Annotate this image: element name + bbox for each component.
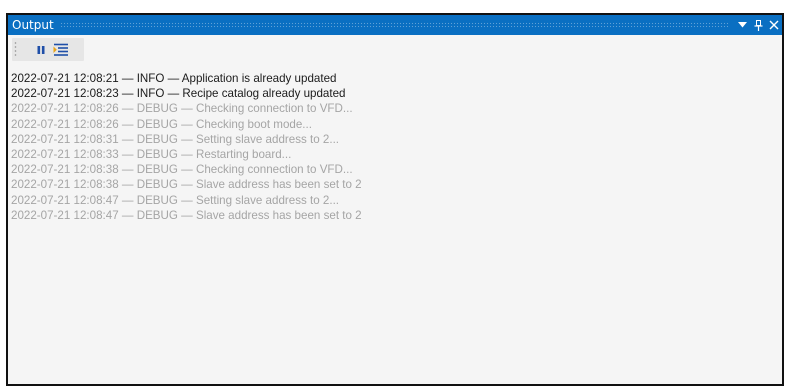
log-line: 2022-07-21 12:08:23 — INFO — Recipe cata… [11,87,346,101]
log-line: 2022-07-21 12:08:21 — INFO — Application… [11,72,337,85]
log-line: 2022-07-21 12:08:33 — DEBUG — Restarting… [11,148,292,162]
log-line: 2022-07-21 12:08:38 — DEBUG — Slave addr… [11,178,362,192]
pin-button[interactable] [750,15,766,35]
output-toolbar [8,35,782,63]
output-log[interactable]: 2022-07-21 12:08:21 — INFO — Application… [11,71,782,384]
pause-button[interactable] [32,41,50,58]
panel-title-bar[interactable]: Output [8,15,782,35]
toolbar-group [12,38,84,61]
panel-title: Output [12,18,54,32]
dropdown-button[interactable] [734,15,750,35]
log-line: 2022-07-21 12:08:26 — DEBUG — Checking b… [11,117,312,131]
log-line: 2022-07-21 12:08:26 — DEBUG — Checking c… [11,102,353,116]
log-line: 2022-07-21 12:08:31 — DEBUG — Setting sl… [11,132,340,146]
close-icon [769,20,779,30]
word-wrap-icon [53,43,68,56]
chevron-down-icon [737,22,747,28]
toolbar-grip-icon[interactable] [14,41,17,57]
log-line: 2022-07-21 12:08:38 — DEBUG — Checking c… [11,163,353,177]
log-line: 2022-07-21 12:08:47 — DEBUG — Slave addr… [11,208,362,222]
output-panel: Output 2022-07-21 12:08:21 — INFO — Appl… [6,13,784,386]
pause-icon [37,45,45,54]
log-line: 2022-07-21 12:08:47 — DEBUG — Setting sl… [11,193,340,207]
close-button[interactable] [766,15,782,35]
title-drag-grip[interactable] [59,22,728,28]
pin-icon [754,19,762,31]
word-wrap-button[interactable] [52,41,70,58]
